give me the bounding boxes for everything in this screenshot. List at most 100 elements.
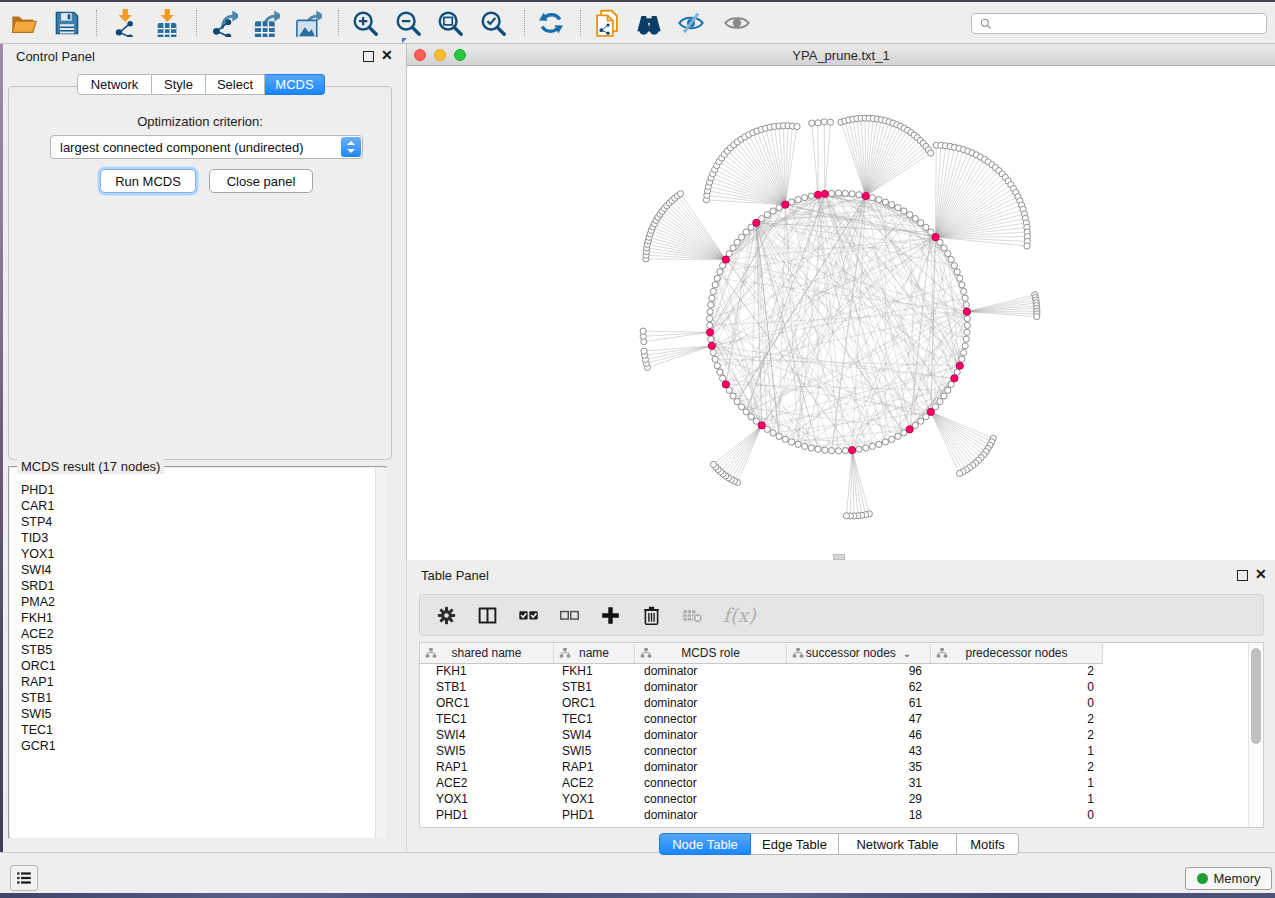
- cell-successor-nodes[interactable]: 18: [787, 808, 931, 824]
- delete-column-icon[interactable]: [639, 603, 663, 627]
- select-all-icon[interactable]: [516, 603, 540, 627]
- mcds-result-item[interactable]: SWI5: [10, 706, 386, 722]
- cell-predecessor-nodes[interactable]: 2: [931, 760, 1103, 776]
- cell-predecessor-nodes[interactable]: 2: [931, 712, 1103, 728]
- network-nodes[interactable]: [640, 115, 1040, 519]
- column-header-predecessor-nodes[interactable]: predecessor nodes: [931, 643, 1103, 663]
- network-window-titlebar[interactable]: YPA_prune.txt_1: [406, 44, 1275, 66]
- mcds-result-item[interactable]: STB1: [10, 690, 386, 706]
- table-row[interactable]: PHD1PHD1dominator180: [420, 808, 1249, 824]
- cell-mcds-role[interactable]: dominator: [635, 696, 787, 712]
- cell-mcds-role[interactable]: dominator: [635, 680, 787, 696]
- tab-style[interactable]: Style: [152, 74, 206, 95]
- export-image-icon[interactable]: [293, 8, 323, 38]
- open-file-icon[interactable]: [9, 8, 39, 38]
- table-scrollbar[interactable]: [1248, 643, 1263, 827]
- mcds-result-item[interactable]: FKH1: [10, 610, 386, 626]
- cell-predecessor-nodes[interactable]: 1: [931, 792, 1103, 808]
- tab-select[interactable]: Select: [206, 74, 265, 95]
- mcds-result-item[interactable]: PHD1: [10, 482, 386, 498]
- table-row[interactable]: ORC1ORC1dominator610: [420, 696, 1249, 712]
- mcds-result-item[interactable]: ACE2: [10, 626, 386, 642]
- cell-mcds-role[interactable]: connector: [635, 744, 787, 760]
- mcds-result-item[interactable]: YOX1: [10, 546, 386, 562]
- cell-mcds-role[interactable]: dominator: [635, 664, 787, 680]
- tab-edge-table[interactable]: Edge Table: [751, 833, 839, 855]
- mcds-result-scrollbar[interactable]: [375, 468, 386, 838]
- cell-name[interactable]: SWI4: [554, 728, 635, 744]
- table-panel-float-icon[interactable]: [1237, 570, 1248, 581]
- column-manager-icon[interactable]: [475, 603, 499, 627]
- cell-mcds-role[interactable]: connector: [635, 776, 787, 792]
- first-neighbors-icon[interactable]: [634, 8, 664, 38]
- cell-successor-nodes[interactable]: 62: [787, 680, 931, 696]
- cell-successor-nodes[interactable]: 61: [787, 696, 931, 712]
- export-table-icon[interactable]: [251, 8, 281, 38]
- import-network-icon[interactable]: [110, 8, 140, 38]
- zoom-fit-icon[interactable]: [435, 8, 465, 38]
- mcds-result-item[interactable]: PMA2: [10, 594, 386, 610]
- import-table-icon[interactable]: [152, 8, 182, 38]
- mcds-result-item[interactable]: STP4: [10, 514, 386, 530]
- close-panel-button[interactable]: Close panel: [209, 169, 313, 193]
- tab-network-table[interactable]: Network Table: [839, 833, 957, 855]
- cell-shared-name[interactable]: ACE2: [420, 776, 554, 792]
- optimization-criterion-dropdown[interactable]: largest connected component (undirected): [50, 135, 363, 159]
- cell-shared-name[interactable]: RAP1: [420, 760, 554, 776]
- memory-button[interactable]: Memory: [1185, 867, 1272, 890]
- cell-name[interactable]: PHD1: [554, 808, 635, 824]
- cell-predecessor-nodes[interactable]: 2: [931, 664, 1103, 680]
- cell-name[interactable]: YOX1: [554, 792, 635, 808]
- cell-predecessor-nodes[interactable]: 0: [931, 808, 1103, 824]
- tab-network[interactable]: Network: [77, 74, 152, 95]
- cell-successor-nodes[interactable]: 35: [787, 760, 931, 776]
- table-scrollbar-thumb[interactable]: [1251, 648, 1261, 744]
- export-network-icon[interactable]: [209, 8, 239, 38]
- cell-predecessor-nodes[interactable]: 0: [931, 696, 1103, 712]
- zoom-out-icon[interactable]: [393, 8, 423, 38]
- cell-name[interactable]: ORC1: [554, 696, 635, 712]
- mcds-result-item[interactable]: GCR1: [10, 738, 386, 754]
- mcds-result-item[interactable]: RAP1: [10, 674, 386, 690]
- cell-shared-name[interactable]: SWI4: [420, 728, 554, 744]
- cell-successor-nodes[interactable]: 31: [787, 776, 931, 792]
- cell-successor-nodes[interactable]: 46: [787, 728, 931, 744]
- mcds-result-item[interactable]: TID3: [10, 530, 386, 546]
- cell-name[interactable]: SWI5: [554, 744, 635, 760]
- splitter-collapse-icon[interactable]: [402, 38, 407, 43]
- column-header-name[interactable]: name: [554, 643, 635, 663]
- table-row[interactable]: RAP1RAP1dominator352: [420, 760, 1249, 776]
- table-row[interactable]: ACE2ACE2connector311: [420, 776, 1249, 792]
- control-panel-close-icon[interactable]: ✕: [381, 47, 393, 63]
- cell-predecessor-nodes[interactable]: 1: [931, 776, 1103, 792]
- cell-name[interactable]: RAP1: [554, 760, 635, 776]
- mcds-result-item[interactable]: SWI4: [10, 562, 386, 578]
- clone-network-icon[interactable]: [592, 8, 622, 38]
- cell-predecessor-nodes[interactable]: 1: [931, 744, 1103, 760]
- table-panel-close-icon[interactable]: ✕: [1255, 566, 1267, 582]
- cell-successor-nodes[interactable]: 29: [787, 792, 931, 808]
- refresh-layout-icon[interactable]: [536, 8, 566, 38]
- column-header-successor-nodes[interactable]: successor nodes⌄: [787, 643, 931, 663]
- cell-name[interactable]: FKH1: [554, 664, 635, 680]
- cell-mcds-role[interactable]: connector: [635, 792, 787, 808]
- cell-successor-nodes[interactable]: 96: [787, 664, 931, 680]
- cell-shared-name[interactable]: PHD1: [420, 808, 554, 824]
- search-input[interactable]: [971, 13, 1267, 34]
- mcds-result-item[interactable]: SRD1: [10, 578, 386, 594]
- panel-menu-button[interactable]: [10, 865, 38, 891]
- tab-mcds[interactable]: MCDS: [265, 74, 325, 95]
- cell-predecessor-nodes[interactable]: 0: [931, 680, 1103, 696]
- cell-name[interactable]: STB1: [554, 680, 635, 696]
- zoom-in-icon[interactable]: [350, 8, 380, 38]
- network-canvas[interactable]: [406, 66, 1275, 560]
- cell-mcds-role[interactable]: dominator: [635, 728, 787, 744]
- zoom-selected-icon[interactable]: [478, 8, 508, 38]
- cell-name[interactable]: TEC1: [554, 712, 635, 728]
- show-all-icon[interactable]: [722, 8, 752, 38]
- table-row[interactable]: STB1STB1dominator620: [420, 680, 1249, 696]
- tab-motifs[interactable]: Motifs: [957, 833, 1019, 855]
- run-mcds-button[interactable]: Run MCDS: [100, 169, 196, 193]
- add-column-icon[interactable]: [598, 603, 622, 627]
- table-row[interactable]: FKH1FKH1dominator962: [420, 664, 1249, 680]
